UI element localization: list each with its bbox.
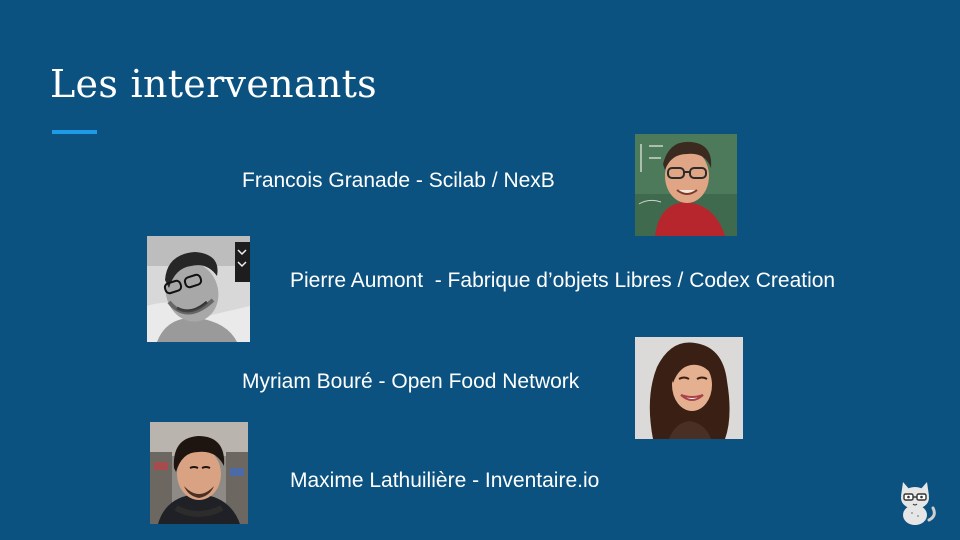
- speaker-4-label: Maxime Lathuilière - Inventaire.io: [290, 469, 600, 492]
- speaker-1-photo: [635, 134, 737, 236]
- speaker-4-photo: [150, 422, 248, 524]
- speaker-3-label: Myriam Bouré - Open Food Network: [242, 370, 580, 393]
- speaker-1-label: Francois Granade - Scilab / NexB: [242, 169, 555, 192]
- slide: Les intervenants Francois Granade - Scil…: [0, 0, 960, 540]
- speaker-3-photo: [635, 337, 743, 439]
- slide-title: Les intervenants: [50, 62, 377, 106]
- cat-logo-icon: [895, 480, 937, 526]
- speaker-2-photo: [147, 236, 250, 342]
- speaker-2-label: Pierre Aumont - Fabrique d’objets Libres…: [290, 269, 836, 292]
- title-underline: [52, 130, 97, 134]
